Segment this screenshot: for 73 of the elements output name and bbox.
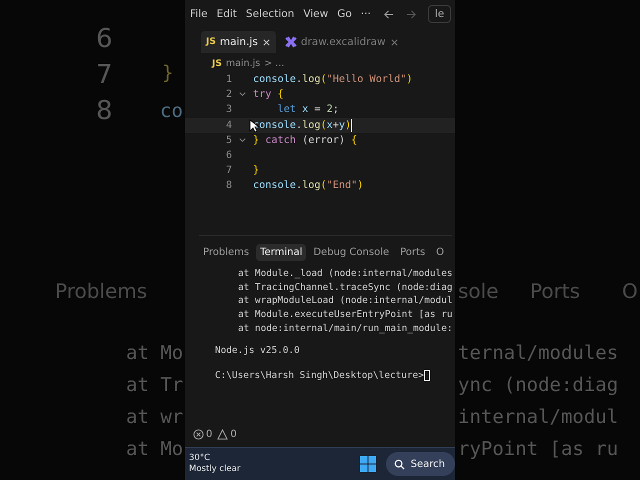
warning-count[interactable]: 0 (230, 428, 237, 440)
code-line: console.log("End") (253, 180, 364, 192)
text-cursor (351, 118, 352, 132)
blurred-backdrop-text: 6 (96, 24, 113, 54)
menu-item[interactable]: Edit (216, 8, 237, 20)
terminal-line: Node.js v25.0.0 (214, 345, 301, 356)
breadcrumb-item[interactable]: > ... (264, 58, 284, 69)
terminal-cursor (424, 370, 430, 382)
error-icon[interactable] (193, 428, 204, 440)
search-icon (394, 458, 405, 470)
blurred-backdrop-text: at Mo (126, 438, 184, 460)
line-number: 2 (224, 89, 232, 100)
code-line: } (253, 165, 260, 176)
blurred-backdrop-text: at Tr (126, 374, 184, 396)
terminal-line: at Module.executeUserEntryPoint [as ru (237, 309, 452, 322)
panel-tab[interactable]: Debug Console (309, 244, 394, 261)
code-line: } catch (error) { (253, 134, 358, 146)
blurred-backdrop-text: sole (458, 279, 499, 303)
close-icon[interactable] (262, 38, 271, 46)
terminal-prompt: C:\Users\Harsh Singh\Desktop\lecture> (215, 370, 424, 382)
menu-item[interactable]: Selection (246, 8, 294, 20)
menu-item[interactable]: File (190, 8, 208, 20)
js-file-icon: JS (206, 37, 216, 47)
weather-temperature[interactable]: 30°C (189, 452, 240, 464)
search-button[interactable]: Search (386, 452, 455, 476)
line-number: 7 (224, 165, 232, 176)
terminal-line: at wrapModuleLoad (node:internal/modul (237, 295, 452, 308)
blurred-backdrop-text: co (160, 100, 183, 122)
terminal-line: at node:internal/main/run_main_module: (237, 322, 452, 336)
panel-tab[interactable]: Problems (199, 244, 254, 261)
line-number: 6 (224, 150, 232, 162)
menu-item[interactable]: ··· (360, 8, 371, 20)
blurred-backdrop-text: Ports (530, 279, 580, 303)
breadcrumb-item[interactable]: main.js (226, 58, 260, 69)
terminal-line: at Module._load (node:internal/modules (237, 268, 452, 281)
pen-icon (284, 36, 297, 48)
blurred-backdrop-text: internal/modul (458, 406, 618, 428)
blurred-backdrop-text: O (622, 279, 638, 303)
editor-tab[interactable]: JS main.js (201, 31, 276, 53)
code-line: try { (253, 89, 284, 100)
editor-tab[interactable]: draw.excalidraw (280, 31, 404, 53)
line-number: 4 (224, 120, 232, 131)
panel-tab[interactable]: Terminal (256, 244, 306, 261)
warning-icon[interactable] (217, 428, 228, 440)
line-number: 3 (224, 104, 232, 116)
blurred-backdrop-text: } (162, 62, 174, 84)
menu-item[interactable]: View (303, 8, 328, 20)
menu-item[interactable]: Go (337, 8, 352, 20)
blurred-backdrop-text: ternal/modules (458, 342, 618, 364)
blurred-backdrop-text: 7 (96, 60, 113, 90)
blurred-backdrop-text: Problems (55, 279, 148, 303)
code-line: let x = 2; (276, 104, 339, 116)
terminal-line: at TracingChannel.traceSync (node:diag (237, 282, 452, 295)
blurred-backdrop-text: 8 (96, 96, 113, 126)
blurred-backdrop-text: at Mo (126, 342, 184, 364)
line-number: 1 (224, 74, 232, 86)
blurred-backdrop-text: at wr (126, 406, 184, 428)
back-arrow-icon[interactable] (382, 8, 394, 20)
chevron-down-icon[interactable] (238, 136, 247, 145)
blurred-backdrop-text: ryPoint [as ru (458, 438, 618, 460)
error-count[interactable]: 0 (206, 428, 212, 440)
command-center-field[interactable]: le (428, 5, 452, 23)
js-file-icon: JS (212, 58, 222, 68)
panel-tab[interactable]: Ports (396, 244, 430, 261)
windows-logo-icon[interactable] (360, 456, 376, 472)
panel-tab[interactable]: O (432, 244, 448, 261)
line-number: 5 (224, 134, 232, 146)
blurred-backdrop-text: ync (node:diag (458, 374, 618, 396)
line-number: 8 (224, 180, 232, 192)
forward-arrow-icon[interactable] (406, 8, 417, 20)
weather-condition[interactable]: Mostly clear (189, 464, 240, 476)
code-line: console.log("Hello World") (253, 74, 412, 86)
close-icon[interactable] (390, 38, 399, 46)
